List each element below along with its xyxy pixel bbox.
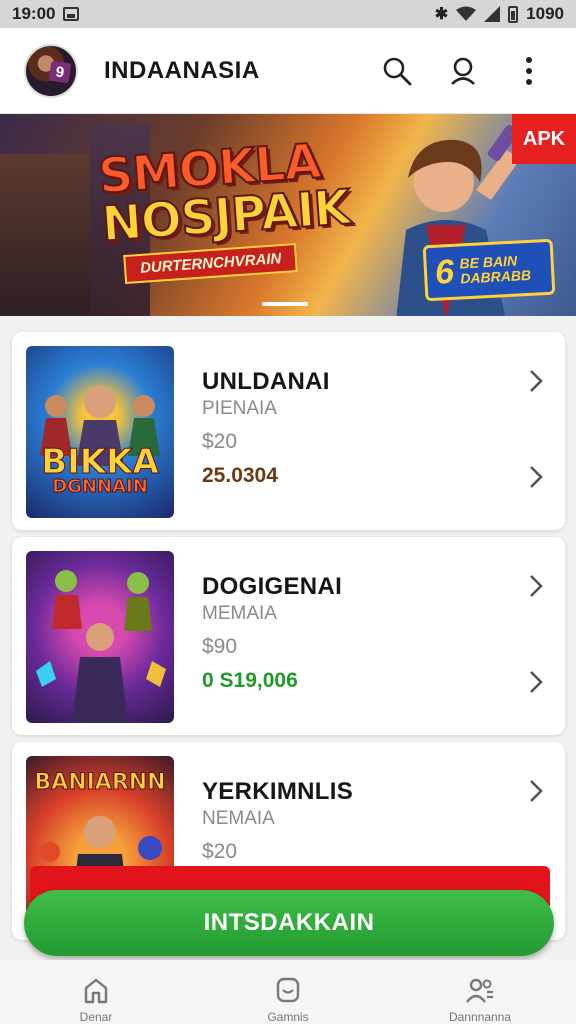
nav-item-home[interactable]: Denar: [0, 960, 192, 1024]
thumbnail-subtitle: DGNNAIN: [52, 476, 149, 498]
game-count: 25.0304: [202, 464, 278, 487]
bluetooth-icon: ✱: [434, 6, 449, 23]
game-name: DOGIGENAI: [202, 573, 343, 600]
nav-item-people[interactable]: Dannnanna: [384, 960, 576, 1024]
game-thumbnail: [26, 551, 174, 723]
app-title: INDAANASIA: [104, 56, 260, 84]
promo-text: BE BAIN DABRABB: [459, 253, 531, 287]
signal-icon: [484, 6, 501, 22]
nav-label-people: Dannnanna: [448, 1010, 512, 1024]
chevron-right-icon[interactable]: [525, 571, 547, 601]
promo-number: 6: [434, 252, 455, 292]
nav-item-games[interactable]: Gamnis: [192, 960, 384, 1024]
wifi-icon: [456, 6, 477, 21]
avatar-badge: 9: [48, 60, 72, 83]
chevron-right-icon[interactable]: [525, 462, 547, 492]
chevron-right-icon[interactable]: [525, 366, 547, 396]
image-icon: [63, 7, 80, 21]
game-subtitle: PIENAIA: [202, 398, 277, 419]
promo-banner[interactable]: SMOKLA NOSJPAIK DURTERNCHVRAIN APK 6 BE …: [0, 114, 576, 316]
app-bar: 9 INDAANASIA: [0, 28, 576, 114]
people-icon: [466, 978, 493, 1003]
banner-building-left: [0, 154, 90, 316]
chevron-right-icon[interactable]: [525, 667, 547, 697]
promo-line2: DABRABB: [459, 266, 532, 287]
more-options-button[interactable]: [506, 48, 552, 94]
thumbnail-characters: [36, 570, 166, 723]
game-card[interactable]: BIKKA DGNNAIN UNLDANAI PIENAIA $20 25.03…: [12, 332, 565, 530]
game-name: UNLDANAI: [202, 368, 330, 395]
install-button[interactable]: INTSDAKKAIN: [24, 890, 554, 956]
status-time: 19:00: [12, 4, 56, 23]
home-icon: [84, 978, 108, 1004]
game-count: 0 S19,006: [202, 669, 298, 692]
nav-label-home: Denar: [79, 1010, 113, 1024]
banner-page-indicator: [262, 302, 308, 306]
thumbnail-title: BANIARNN: [34, 770, 166, 796]
search-icon: [383, 57, 412, 85]
more-vert-icon: [526, 56, 532, 85]
game-subtitle: NEMAIA: [202, 808, 275, 829]
battery-text: 1090: [526, 4, 564, 23]
promo-badge[interactable]: 6 BE BAIN DABRABB: [422, 238, 556, 302]
game-card[interactable]: DOGIGENAI MEMAIA $90 0 S19,006: [12, 537, 565, 735]
chat-icon: [276, 977, 300, 1003]
chevron-right-icon[interactable]: [525, 776, 547, 806]
avatar[interactable]: 9: [24, 43, 78, 98]
battery-icon: [508, 5, 519, 23]
game-subtitle: MEMAIA: [202, 603, 277, 624]
game-price: $20: [202, 840, 238, 863]
game-name: YERKIMNLIS: [202, 778, 354, 805]
account-search-icon: [451, 57, 475, 85]
account-search-button[interactable]: [440, 48, 486, 94]
apk-tag: APK: [512, 114, 576, 164]
game-price: $20: [202, 430, 238, 453]
status-bar: 19:00 ✱ 1090: [0, 0, 576, 28]
bottom-navigation: Denar Gamnis Dannnanna: [0, 960, 576, 1024]
game-thumbnail: BIKKA DGNNAIN: [26, 346, 174, 518]
search-button[interactable]: [374, 48, 420, 94]
banner-title: SMOKLA NOSJPAIK: [96, 132, 353, 253]
banner-title-line2: NOSJPAIK: [99, 178, 353, 253]
nav-label-games: Gamnis: [267, 1010, 309, 1024]
game-price: $90: [202, 635, 238, 658]
